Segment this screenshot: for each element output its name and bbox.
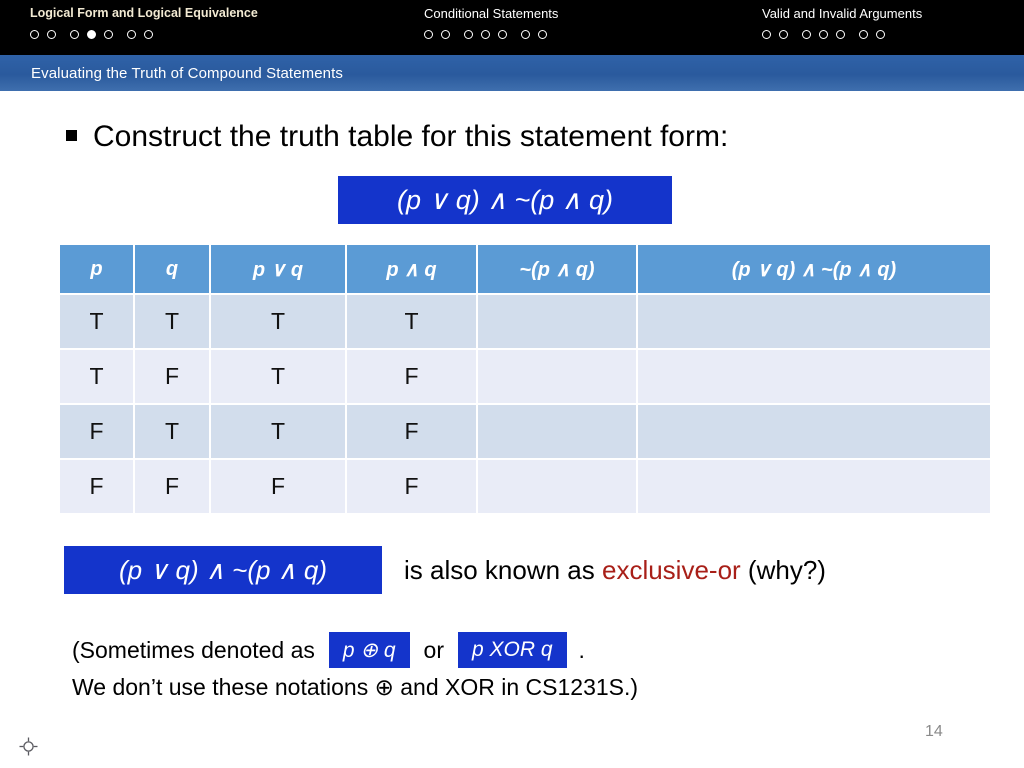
cell-p-or-q: T: [210, 404, 347, 460]
cell-result: [637, 404, 990, 460]
cell-p-or-q: T: [210, 349, 347, 405]
notation-note-prefix: (Sometimes denoted as: [72, 636, 315, 663]
section-banner-title: Evaluating the Truth of Compound Stateme…: [31, 64, 343, 82]
column-header-p-and-q: p ∧ q: [346, 245, 478, 295]
instruction-line: Construct the truth table for this state…: [66, 120, 728, 154]
progress-dot[interactable]: [441, 29, 450, 39]
progress-dot[interactable]: [779, 29, 788, 39]
table-row: F F F F: [60, 459, 990, 515]
progress-dot[interactable]: [802, 29, 811, 39]
xor-symbol-box: p ⊕ q: [328, 632, 410, 668]
column-header-p-or-q: p ∨ q: [210, 245, 347, 295]
progress-dot[interactable]: [521, 29, 530, 39]
xor-word-text: p XOR q: [471, 638, 553, 661]
progress-dot[interactable]: [819, 29, 828, 39]
column-header-result: (p ∨ q) ∧ ~(p ∧ q): [637, 245, 990, 295]
progress-dot[interactable]: [30, 29, 39, 39]
notation-note-line-2: We don’t use these notations ⊕ and XOR i…: [72, 674, 639, 700]
cell-not-p-and-q: [477, 459, 638, 515]
progress-dot[interactable]: [762, 29, 771, 39]
cell-p-and-q: F: [346, 459, 478, 515]
top-navigation-bar: Logical Form and Logical Equivalence Con…: [0, 0, 1024, 55]
progress-dot[interactable]: [127, 29, 136, 39]
truth-table: p q p ∨ q p ∧ q ~(p ∧ q) (p ∨ q) ∧ ~(p ∧…: [60, 245, 990, 515]
cell-p-and-q: T: [346, 294, 478, 350]
cell-p-or-q: T: [210, 294, 347, 350]
progress-dot[interactable]: [104, 29, 113, 39]
instruction-text: Construct the truth table for this state…: [93, 120, 729, 153]
exclusive-or-formula-text: (p ∨ q) ∧ ~(p ∧ q): [118, 554, 328, 585]
known-as-text: is also known as: [404, 554, 602, 585]
nav-progress-dots: [30, 27, 258, 41]
progress-dot[interactable]: [481, 29, 490, 39]
progress-dot[interactable]: [70, 29, 79, 39]
table-row: T T T T: [60, 294, 990, 350]
cell-q: T: [134, 294, 211, 350]
nav-group-logical-form[interactable]: Logical Form and Logical Equivalence: [30, 6, 258, 41]
page-number: 14: [925, 723, 943, 740]
cell-result: [637, 459, 990, 515]
exclusive-or-description: is also known as exclusive-or (why?): [404, 555, 826, 586]
nav-progress-dots: [762, 27, 922, 41]
cell-not-p-and-q: [477, 404, 638, 460]
cell-p-and-q: F: [346, 349, 478, 405]
exclusive-or-formula-box: (p ∨ q) ∧ ~(p ∧ q): [64, 546, 382, 594]
nav-group-valid-invalid-arguments[interactable]: Valid and Invalid Arguments: [762, 6, 922, 41]
cell-p: F: [60, 404, 135, 460]
crosshair-target-icon[interactable]: [19, 737, 38, 756]
progress-dot[interactable]: [836, 29, 845, 39]
nav-group-conditional-statements[interactable]: Conditional Statements: [424, 6, 558, 41]
notation-note: (Sometimes denoted as p ⊕ q or p XOR q .…: [72, 630, 638, 701]
why-text: (why?): [740, 554, 826, 585]
progress-dot[interactable]: [498, 29, 507, 39]
progress-dot[interactable]: [859, 29, 868, 39]
cell-result: [637, 294, 990, 350]
cell-not-p-and-q: [477, 349, 638, 405]
xor-symbol-text: p ⊕ q: [342, 638, 396, 662]
progress-dot[interactable]: [538, 29, 547, 39]
column-header-q: q: [134, 245, 211, 295]
cell-q: F: [134, 459, 211, 515]
cell-result: [637, 349, 990, 405]
truth-table-container: p q p ∨ q p ∧ q ~(p ∧ q) (p ∨ q) ∧ ~(p ∧…: [60, 245, 990, 515]
table-row: F T T F: [60, 404, 990, 460]
notation-note-line-1: (Sometimes denoted as p ⊕ q or p XOR q .: [72, 630, 638, 670]
progress-dot[interactable]: [47, 29, 56, 39]
nav-group-title: Valid and Invalid Arguments: [762, 6, 923, 21]
exclusive-or-row: (p ∨ q) ∧ ~(p ∧ q) is also known as excl…: [64, 546, 826, 594]
cell-p: F: [60, 459, 135, 515]
main-statement-formula-text: (p ∨ q) ∧ ~(p ∧ q): [396, 184, 614, 215]
cell-q: F: [134, 349, 211, 405]
notation-note-period: .: [578, 636, 585, 663]
main-statement-formula-box: (p ∨ q) ∧ ~(p ∧ q): [338, 176, 672, 224]
progress-dot[interactable]: [424, 29, 433, 39]
column-header-not-p-and-q: ~(p ∧ q): [477, 245, 638, 295]
nav-progress-dots: [424, 27, 558, 41]
table-row: T F T F: [60, 349, 990, 405]
truth-table-header-row: p q p ∨ q p ∧ q ~(p ∧ q) (p ∨ q) ∧ ~(p ∧…: [60, 245, 990, 295]
nav-group-title: Logical Form and Logical Equivalence: [30, 6, 258, 20]
cell-p-and-q: F: [346, 404, 478, 460]
nav-group-title: Conditional Statements: [424, 6, 559, 21]
cell-p: T: [60, 294, 135, 350]
square-bullet-icon: [66, 130, 77, 141]
section-banner: Evaluating the Truth of Compound Stateme…: [0, 55, 1024, 91]
xor-word-box: p XOR q: [457, 632, 567, 668]
cell-p-or-q: F: [210, 459, 347, 515]
cell-q: T: [134, 404, 211, 460]
column-header-p: p: [60, 245, 135, 295]
progress-dot[interactable]: [144, 29, 153, 39]
cell-p: T: [60, 349, 135, 405]
progress-dot[interactable]: [464, 29, 473, 39]
cell-not-p-and-q: [477, 294, 638, 350]
notation-note-or: or: [423, 636, 444, 663]
exclusive-or-highlight: exclusive-or: [601, 554, 741, 585]
progress-dot[interactable]: [876, 29, 885, 39]
progress-dot-active[interactable]: [87, 29, 96, 39]
